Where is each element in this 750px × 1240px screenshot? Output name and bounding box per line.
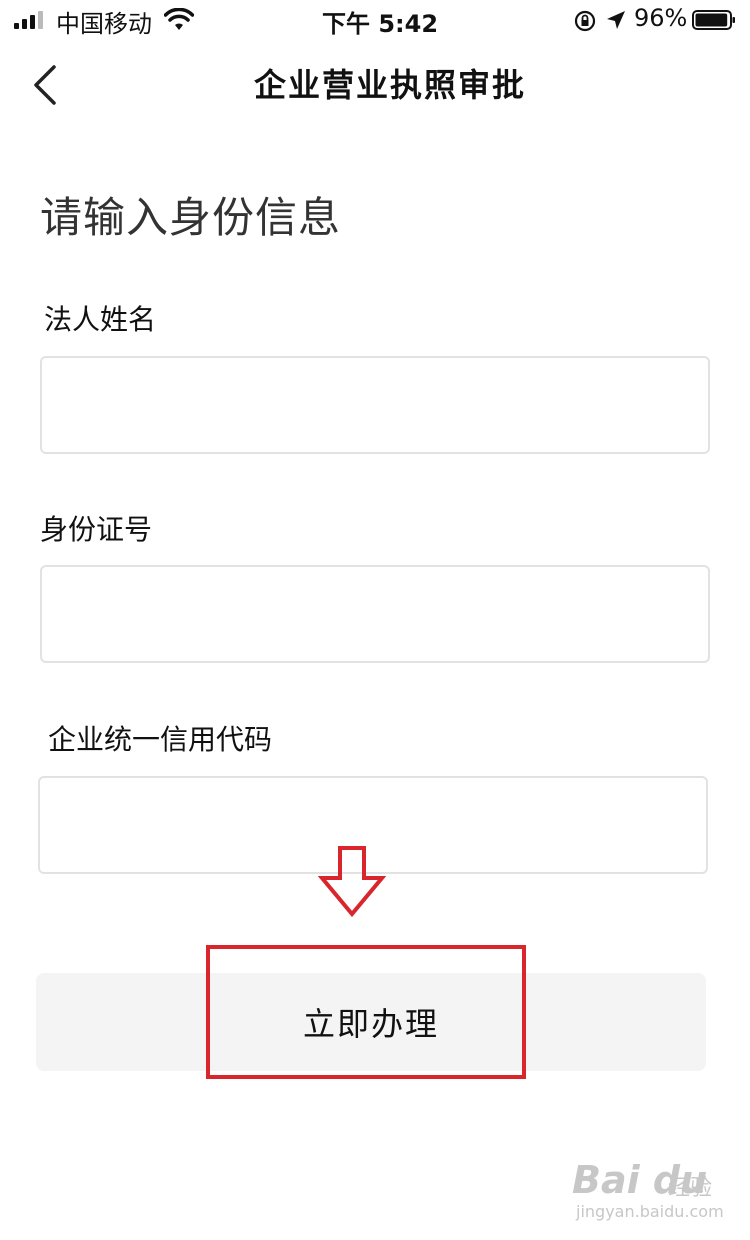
- submit-button[interactable]: 立即办理: [36, 973, 706, 1071]
- id-number-label: 身份证号: [40, 513, 153, 546]
- wifi-icon: [164, 8, 194, 30]
- watermark: Bai du 经验 jingyan.baidu.com: [572, 1158, 724, 1224]
- legal-person-name-label: 法人姓名: [44, 303, 157, 336]
- signal-icon: [14, 11, 43, 29]
- orientation-lock-icon: [574, 10, 596, 32]
- watermark-brand: 经验: [668, 1176, 713, 1201]
- page-title: 企业营业执照审批: [253, 66, 526, 104]
- location-icon: [607, 11, 625, 29]
- battery-percent: 96%: [634, 4, 688, 32]
- down-arrow-icon: [317, 846, 387, 918]
- watermark-url: jingyan.baidu.com: [576, 1202, 724, 1221]
- id-number-input[interactable]: [40, 565, 710, 663]
- clock: 下午 5:42: [322, 10, 439, 38]
- legal-person-name-input[interactable]: [40, 356, 710, 454]
- carrier-name: 中国移动: [56, 10, 152, 38]
- battery-icon: [692, 10, 735, 30]
- credit-code-label: 企业统一信用代码: [48, 723, 273, 756]
- status-bar: 中国移动 下午 5:42 96%: [0, 0, 750, 40]
- form-heading: 请输入身份信息: [40, 193, 342, 242]
